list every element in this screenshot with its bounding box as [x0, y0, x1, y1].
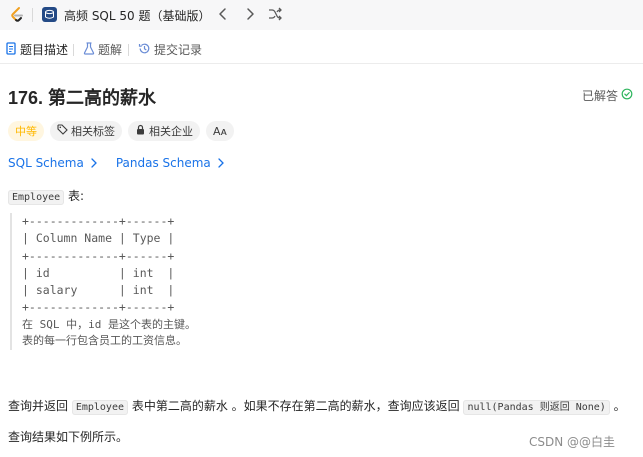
chevron-right-icon: [91, 158, 97, 168]
tab-description-label: 题目描述: [20, 43, 69, 57]
query-text-3: 。: [609, 399, 626, 413]
query-description: 查询并返回 Employee 表中第二高的薪水 。如果不存在第二高的薪水，查询应…: [8, 397, 626, 415]
schema-note-primary-key: 在 SQL 中，id 是这个表的主键。: [22, 317, 196, 331]
difficulty-badge: 中等: [8, 121, 44, 141]
table-intro: Employee 表:: [8, 187, 85, 205]
tab-submissions[interactable]: 提交记录: [138, 41, 202, 58]
related-tags-button[interactable]: 相关标签: [50, 121, 122, 141]
study-plan-icon: [42, 7, 57, 22]
sql-schema-link[interactable]: SQL Schema: [8, 156, 98, 170]
lock-icon: [135, 124, 146, 138]
pandas-schema-label: Pandas Schema: [115, 156, 211, 170]
table-intro-suffix: 表:: [64, 189, 85, 203]
chevron-right-icon[interactable]: [241, 5, 259, 23]
schema-line: | Column Name | Type |: [22, 231, 175, 246]
sql-schema-label: SQL Schema: [8, 156, 84, 170]
font-size-button[interactable]: Aᴀ: [206, 121, 235, 141]
related-company-label: 相关企业: [149, 125, 193, 138]
schema-line: | salary | int |: [22, 283, 175, 298]
tag-icon: [57, 124, 68, 138]
schema-line: +-------------+------+: [22, 214, 175, 228]
chevron-right-icon: [218, 158, 224, 168]
problem-title: 176. 第二高的薪水: [8, 88, 157, 108]
tab-description[interactable]: 题目描述: [5, 41, 68, 58]
related-tags-label: 相关标签: [71, 125, 115, 138]
check-circle-icon: [621, 88, 633, 103]
watermark: CSDN @@白圭: [529, 435, 616, 449]
flask-icon: [83, 41, 95, 58]
query-null-code: null(Pandas 则返回 None): [463, 400, 610, 415]
tab-divider: [73, 44, 74, 56]
schema-table: +-------------+------+ | Column Name | T…: [22, 213, 310, 317]
table-name-code: Employee: [8, 190, 65, 205]
query-text-2: 表中第二高的薪水 。如果不存在第二高的薪水，查询应该返回: [128, 399, 464, 413]
tab-bar: 题目描述 题解 提交记录: [0, 36, 643, 64]
schema-line: +-------------+------+: [22, 248, 175, 263]
study-plan-title[interactable]: 高频 SQL 50 题（基础版）: [64, 7, 210, 24]
result-format-text: 查询结果如下例所示。: [8, 430, 129, 444]
solved-status: 已解答: [582, 87, 633, 104]
tab-divider: [128, 44, 129, 56]
tag-row: 中等 相关标签 相关企业 Aᴀ: [8, 121, 235, 141]
pandas-schema-link[interactable]: Pandas Schema: [116, 156, 225, 170]
font-size-label: Aᴀ: [213, 124, 228, 138]
solved-status-label: 已解答: [582, 89, 619, 103]
schema-links: SQL Schema Pandas Schema: [8, 156, 225, 170]
top-bar: 高频 SQL 50 题（基础版）: [0, 0, 643, 30]
difficulty-label: 中等: [15, 125, 37, 138]
related-company-button[interactable]: 相关企业: [128, 121, 200, 141]
schema-note-row-meaning: 表的每一行包含员工的工资信息。: [22, 333, 187, 347]
document-icon: [5, 41, 17, 58]
tab-submissions-label: 提交记录: [154, 43, 203, 57]
query-text-1: 查询并返回: [8, 399, 72, 413]
schema-block: +-------------+------+ | Column Name | T…: [10, 213, 310, 350]
shuffle-icon[interactable]: [266, 5, 284, 23]
tab-solutions[interactable]: 题解: [83, 41, 122, 58]
schema-line: +-------------+------+: [22, 300, 175, 315]
leetcode-logo-icon[interactable]: [8, 6, 26, 24]
tab-solutions-label: 题解: [98, 43, 123, 57]
chevron-left-icon[interactable]: [214, 5, 232, 23]
query-table-code: Employee: [71, 400, 128, 415]
topbar-divider: [32, 8, 33, 22]
history-icon: [138, 42, 151, 58]
schema-line: | id | int |: [22, 265, 175, 280]
